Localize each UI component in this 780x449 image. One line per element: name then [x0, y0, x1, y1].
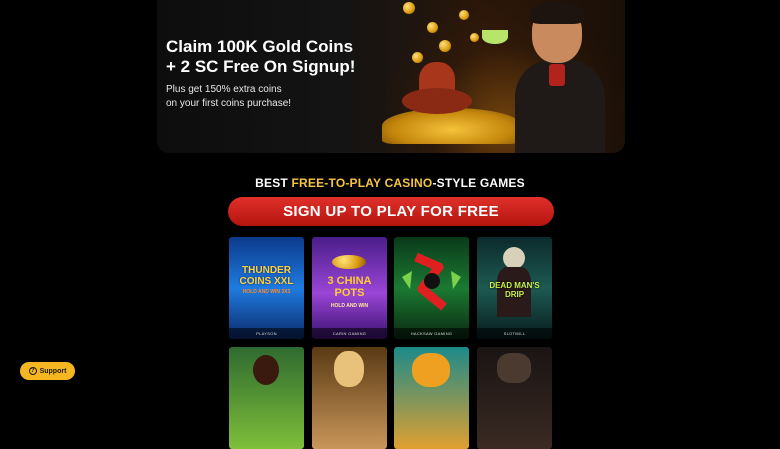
coin-icon: [427, 22, 438, 33]
coin-icon: [439, 40, 451, 52]
game-provider: HACKSAW GAMING: [394, 328, 469, 339]
dark-creature-image: [497, 353, 531, 383]
margarita-glass-image: [482, 30, 508, 44]
banner-title-line2: + 2 SC Free On Signup!: [166, 57, 356, 76]
banner-subtitle: Plus get 150% extra coins on your first …: [166, 83, 356, 111]
mariachi-hair-image: [530, 2, 584, 24]
game-art: 3 CHINA POTS HOLD AND WIN: [312, 237, 387, 329]
support-button[interactable]: ? Support: [20, 362, 75, 380]
coin-icon: [412, 52, 423, 63]
character-image: [253, 355, 279, 385]
headline-part2: -STYLE GAMES: [432, 176, 525, 190]
banner-title-line1: Claim 100K Gold Coins: [166, 37, 354, 56]
game-art: DEAD MAN'S DRIP: [477, 237, 552, 329]
monster-icon: [402, 252, 461, 311]
game-tile-dead-mans-drip[interactable]: DEAD MAN'S DRIP SLOTMILL: [477, 237, 552, 339]
game-art: [394, 237, 469, 329]
game-title: DEAD MAN'S DRIP: [489, 281, 540, 299]
banner-subtitle-line2: on your first coins purchase!: [166, 98, 292, 109]
pirate-figure-image: [503, 247, 525, 269]
headline-accent: FREE-TO-PLAY CASINO: [291, 176, 433, 190]
mariachi-tie-image: [549, 64, 565, 86]
coin-icon: [459, 10, 469, 20]
game-subtitle: HOLD AND WIN 3X3: [242, 289, 291, 295]
game-tile-3-china-pots[interactable]: 3 CHINA POTS HOLD AND WIN CARIN GAMING: [312, 237, 387, 339]
game-tile-hacksaw[interactable]: HACKSAW GAMING: [394, 237, 469, 339]
promo-banner[interactable]: Claim 100K Gold Coins + 2 SC Free On Sig…: [157, 0, 625, 153]
game-provider: CARIN GAMING: [312, 328, 387, 339]
game-tile[interactable]: [229, 347, 304, 449]
coin-icon: [470, 33, 479, 42]
character-image: [334, 351, 364, 387]
game-art: THUNDER COINS XXL HOLD AND WIN 3X3: [229, 237, 304, 329]
games-headline: BEST FREE-TO-PLAY CASINO-STYLE GAMES: [0, 176, 780, 190]
game-title: THUNDER COINS XXL: [239, 265, 294, 287]
game-tile[interactable]: [312, 347, 387, 449]
game-tile-thunder-coins[interactable]: THUNDER COINS XXL HOLD AND WIN 3X3 PLAYS…: [229, 237, 304, 339]
banner-subtitle-line1: Plus get 150% extra coins: [166, 84, 282, 95]
gold-coin-pile-image: [382, 108, 522, 144]
coin-icon: [332, 255, 366, 269]
sombrero-brim-image: [402, 88, 472, 114]
game-subtitle: HOLD AND WIN: [330, 303, 369, 309]
signup-button[interactable]: SIGN UP TO PLAY FOR FREE: [228, 197, 554, 226]
game-tile[interactable]: [394, 347, 469, 449]
game-tile[interactable]: [477, 347, 552, 449]
help-circle-icon: ?: [28, 367, 37, 375]
tiger-image: [412, 353, 450, 387]
banner-title: Claim 100K Gold Coins + 2 SC Free On Sig…: [166, 37, 386, 77]
game-provider: PLAYSON: [229, 328, 304, 339]
coin-icon: [403, 2, 415, 14]
game-provider: SLOTMILL: [477, 328, 552, 339]
headline-part1: BEST: [255, 176, 292, 190]
support-label: Support: [39, 367, 67, 375]
game-title: 3 CHINA POTS: [327, 275, 372, 299]
